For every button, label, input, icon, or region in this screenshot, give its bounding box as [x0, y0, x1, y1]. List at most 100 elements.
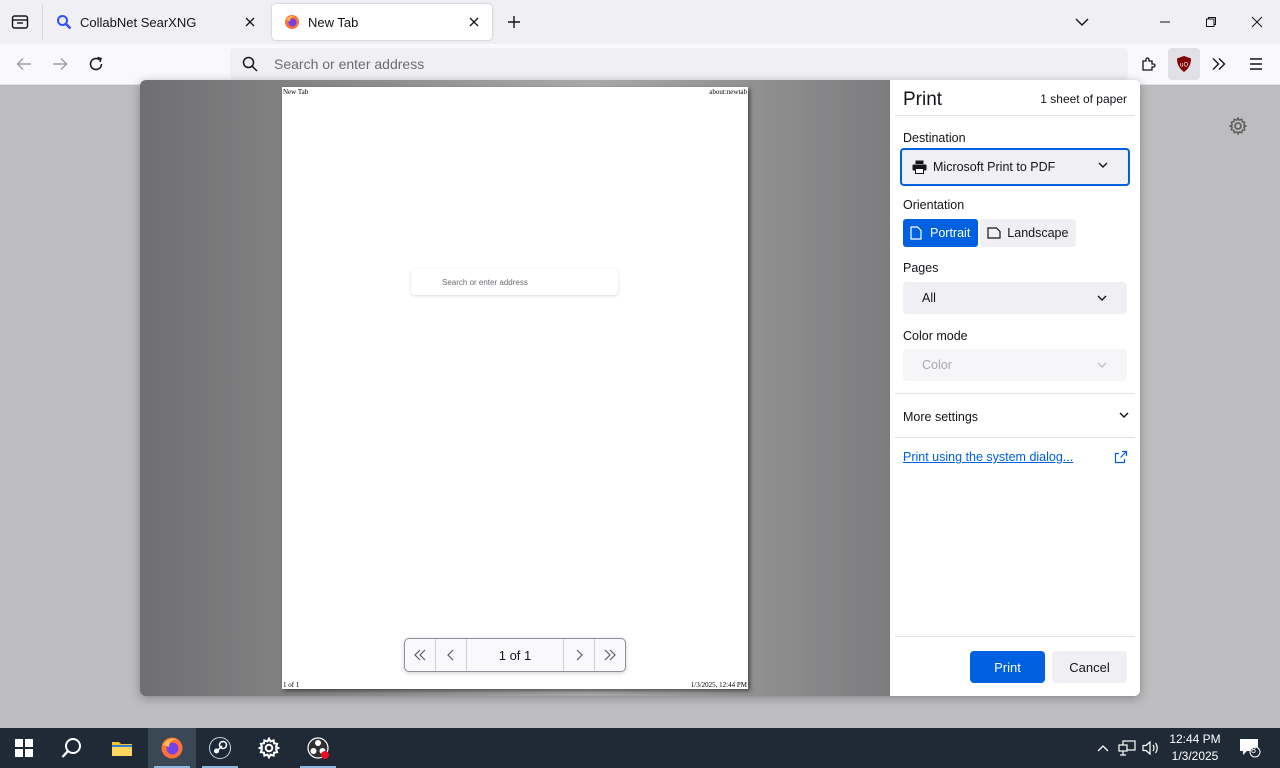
taskbar-steam[interactable] [196, 728, 244, 768]
landscape-button[interactable]: Landscape [980, 219, 1077, 247]
print-dialog: New Tab about:newtab Search or enter add… [140, 80, 1140, 696]
taskbar-settings[interactable] [245, 728, 293, 768]
landscape-page-icon [987, 226, 1001, 240]
restore-button[interactable] [1197, 8, 1225, 36]
start-button[interactable] [0, 728, 48, 768]
preview-search-box: Search or enter address [411, 269, 618, 295]
notification-count: 8 [1251, 745, 1257, 755]
extensions-button[interactable] [1133, 48, 1165, 80]
windows-logo-icon [15, 739, 33, 757]
firefox-view-icon [11, 15, 29, 29]
clock-time: 12:44 PM [1169, 732, 1221, 746]
tab-title: CollabNet SearXNG [80, 14, 197, 30]
preview-header-title: New Tab [283, 88, 309, 96]
chevron-right-icon [576, 649, 583, 661]
preview-footer-date: 1/3/2025, 12:44 PM [690, 681, 747, 689]
clock-date: 1/3/2025 [1171, 749, 1219, 763]
next-page-button[interactable] [563, 639, 594, 671]
taskbar-firefox[interactable] [148, 728, 196, 768]
minimize-icon [1160, 21, 1170, 23]
back-button[interactable] [9, 50, 39, 78]
search-icon [61, 738, 81, 758]
volume-button[interactable] [1140, 728, 1162, 768]
page-indicator: 1 of 1 [498, 647, 532, 663]
steam-icon [209, 737, 231, 759]
preview-search-placeholder: Search or enter address [442, 277, 528, 287]
preview-sheet: New Tab about:newtab Search or enter add… [282, 87, 748, 689]
divider [895, 393, 1135, 394]
tab-new-tab[interactable]: New Tab [272, 4, 492, 40]
first-page-button[interactable] [405, 639, 436, 671]
color-mode-select[interactable]: Color [903, 349, 1127, 381]
chevron-down-icon [1119, 412, 1129, 418]
close-tab-icon[interactable] [462, 10, 486, 34]
network-status-button[interactable] [1116, 728, 1138, 768]
gear-icon[interactable] [1228, 116, 1248, 136]
divider [895, 115, 1135, 116]
show-hidden-icons-button[interactable] [1094, 728, 1112, 768]
last-page-button[interactable] [594, 639, 625, 671]
url-bar[interactable]: Search or enter address [230, 48, 1128, 80]
more-settings-toggle[interactable]: More settings [903, 408, 1129, 426]
portrait-button[interactable]: Portrait [903, 219, 979, 247]
settings-gear-icon [258, 737, 280, 759]
forward-button[interactable] [45, 50, 75, 78]
chevron-left-icon [447, 649, 454, 661]
firefox-icon [161, 737, 183, 759]
portrait-label: Portrait [930, 226, 971, 240]
print-button[interactable]: Print [970, 651, 1045, 683]
preview-header-url: about:newtab [709, 88, 747, 96]
search-icon [240, 54, 260, 74]
cancel-button[interactable]: Cancel [1052, 651, 1127, 683]
sheet-count: 1 sheet of paper [1040, 92, 1127, 106]
chevron-down-icon [1097, 362, 1107, 368]
tab-separator [42, 4, 43, 40]
network-icon [1118, 740, 1136, 756]
divider [895, 636, 1135, 637]
close-tab-icon[interactable] [238, 10, 262, 34]
taskbar-file-explorer[interactable] [98, 728, 146, 768]
overflow-menu-button[interactable] [1203, 48, 1235, 80]
puzzle-icon [1142, 57, 1156, 71]
arrow-right-icon [53, 57, 68, 71]
tab-strip: CollabNet SearXNG New Tab [0, 0, 1280, 44]
firefox-view-button[interactable] [6, 9, 34, 35]
chevron-down-icon [1097, 295, 1107, 301]
list-all-tabs-button[interactable] [1070, 10, 1094, 34]
restore-icon [1206, 17, 1216, 27]
chevron-down-icon [1098, 162, 1108, 168]
double-chevron-left-icon [414, 649, 426, 661]
notification-center-button[interactable]: 8 [1236, 728, 1264, 768]
orientation-toggle: Portrait Landscape [903, 219, 1077, 247]
close-window-button[interactable] [1243, 8, 1271, 36]
chevron-down-icon [1075, 18, 1089, 26]
taskbar-search-button[interactable] [48, 728, 96, 768]
destination-value: Microsoft Print to PDF [933, 160, 1056, 174]
plus-icon [508, 16, 520, 28]
chevron-up-icon [1097, 745, 1109, 752]
app-menu-button[interactable] [1240, 48, 1272, 80]
printer-icon [912, 159, 928, 175]
previous-page-button[interactable] [436, 639, 467, 671]
tab-collabnet-searxng[interactable]: CollabNet SearXNG [44, 4, 268, 40]
preview-footer-page: 1 of 1 [283, 681, 300, 689]
pages-select[interactable]: All [903, 282, 1127, 314]
color-mode-label: Color mode [903, 329, 968, 343]
system-dialog-link[interactable]: Print using the system dialog... [903, 450, 1073, 464]
reload-icon [89, 56, 103, 71]
print-preview-area: New Tab about:newtab Search or enter add… [140, 80, 890, 696]
minimize-button[interactable] [1151, 8, 1179, 36]
taskbar-obs[interactable] [294, 728, 342, 768]
new-tab-button[interactable] [502, 10, 526, 34]
destination-select[interactable]: Microsoft Print to PDF [900, 148, 1130, 186]
ublock-origin-button[interactable]: uO [1168, 48, 1200, 80]
print-settings-panel: Print 1 sheet of paper Destination Micro… [890, 80, 1140, 696]
divider [895, 437, 1135, 438]
pages-value: All [922, 291, 936, 305]
print-title: Print [903, 89, 943, 110]
tab-title: New Tab [308, 14, 359, 30]
reload-button[interactable] [81, 50, 111, 78]
url-placeholder: Search or enter address [274, 56, 425, 72]
search-favicon-icon [56, 14, 72, 30]
taskbar-clock[interactable]: 12:44 PM 1/3/2025 [1160, 731, 1230, 765]
